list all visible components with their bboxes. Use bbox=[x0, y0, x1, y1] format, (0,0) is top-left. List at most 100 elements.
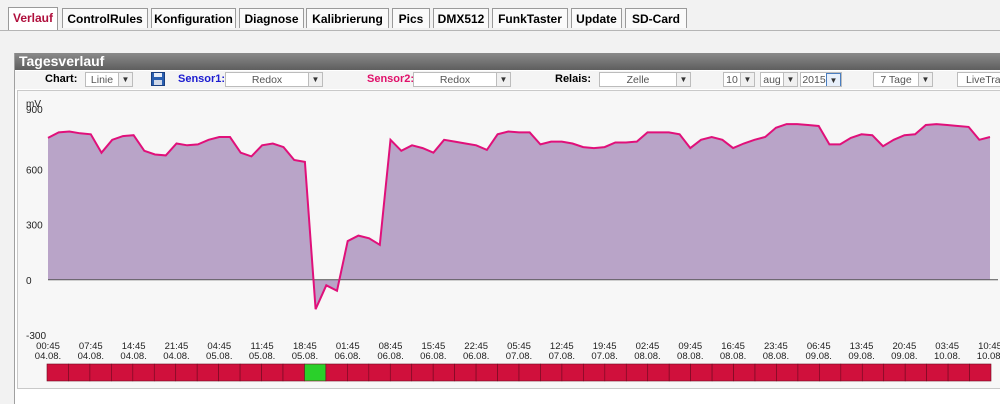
relay-segment bbox=[861, 363, 885, 382]
chevron-down-icon: ▼ bbox=[918, 73, 932, 86]
x-tick-date: 05.08. bbox=[249, 351, 275, 362]
save-icon[interactable] bbox=[151, 72, 165, 89]
relay-segment bbox=[325, 363, 348, 382]
relay-segment bbox=[497, 363, 520, 382]
sensor2-select[interactable]: Redox ▼ bbox=[413, 72, 511, 87]
relay-segment bbox=[411, 363, 434, 382]
tab-diagnose[interactable]: Diagnose bbox=[239, 8, 304, 28]
relay-segment bbox=[690, 363, 713, 382]
relay-segment bbox=[454, 363, 477, 382]
relay-segment bbox=[668, 363, 691, 382]
chevron-down-icon: ▼ bbox=[496, 73, 510, 86]
x-tick-date: 07.08. bbox=[506, 351, 532, 362]
day-select[interactable]: 10 ▼ bbox=[723, 72, 755, 87]
chart-area: mV 900 600 300 0 -300 00:45 04.08. 07:45 04.08. 14… bbox=[17, 90, 1000, 389]
month-select[interactable]: aug ▼ bbox=[760, 72, 798, 87]
relay-segment bbox=[153, 363, 177, 382]
chart-type-value: Linie bbox=[90, 74, 114, 86]
sensor1-value: Redox bbox=[251, 74, 283, 86]
x-tick-date: 04.08. bbox=[163, 351, 189, 362]
relay-segment bbox=[111, 363, 134, 382]
relay-segment bbox=[969, 363, 992, 382]
relay-segment bbox=[304, 363, 327, 382]
x-tick-date: 04.08. bbox=[120, 351, 146, 362]
relay-segment bbox=[475, 363, 498, 382]
tab-verlauf[interactable]: Verlauf bbox=[8, 7, 58, 30]
tab-dmx512[interactable]: DMX512 bbox=[433, 8, 489, 28]
live-trace-select[interactable]: LiveTra bbox=[957, 72, 1000, 87]
sensor1-select[interactable]: Redox ▼ bbox=[225, 72, 323, 87]
relay-segment bbox=[583, 363, 606, 382]
x-tick-date: 05.08. bbox=[206, 351, 232, 362]
tab-funktaster[interactable]: FunkTaster bbox=[492, 8, 568, 28]
relay-segment bbox=[282, 363, 305, 382]
chart-type-select[interactable]: Linie ▼ bbox=[85, 72, 133, 87]
range-value: 7 Tage bbox=[880, 74, 912, 86]
relay-segment bbox=[754, 363, 777, 382]
live-trace-value: LiveTra bbox=[966, 74, 1000, 86]
chevron-down-icon: ▼ bbox=[740, 73, 754, 86]
year-value: 2015 bbox=[802, 74, 826, 86]
chevron-down-icon: ▼ bbox=[826, 73, 841, 86]
chevron-down-icon: ▼ bbox=[676, 73, 690, 86]
chevron-down-icon: ▼ bbox=[118, 73, 132, 86]
x-tick-date: 08.08. bbox=[763, 351, 789, 362]
chart-type-label: Chart: bbox=[45, 73, 78, 85]
relais-label: Relais: bbox=[555, 73, 592, 85]
tab-update[interactable]: Update bbox=[571, 8, 622, 28]
y-tick-label: 600 bbox=[26, 165, 43, 176]
relay-segment bbox=[797, 363, 820, 382]
panel-title: Tagesverlauf bbox=[15, 53, 1000, 70]
range-select[interactable]: 7 Tage ▼ bbox=[873, 72, 933, 87]
x-tick-date: 04.08. bbox=[35, 351, 61, 362]
relay-segment bbox=[239, 363, 262, 382]
chart-toolbar: Chart: Linie ▼ Sensor1: Redox ▼ Sensor2: R… bbox=[15, 71, 1000, 89]
tab-controlrules[interactable]: ControlRules bbox=[62, 8, 148, 28]
x-tick-date: 06.08. bbox=[335, 351, 361, 362]
series-area bbox=[48, 124, 990, 310]
relay-segment bbox=[432, 363, 455, 382]
chevron-down-icon: ▼ bbox=[308, 73, 322, 86]
relay-segment bbox=[625, 363, 649, 382]
relay-segment bbox=[540, 363, 563, 382]
relay-segment bbox=[261, 363, 284, 382]
relay-segment bbox=[883, 363, 906, 382]
relay-segment bbox=[218, 363, 241, 382]
relay-segment bbox=[926, 363, 949, 382]
relay-segment bbox=[89, 363, 112, 382]
tab-konfiguration[interactable]: Konfiguration bbox=[151, 8, 236, 28]
relay-segment bbox=[175, 363, 198, 382]
relay-segment bbox=[368, 363, 391, 382]
relay-segment bbox=[947, 363, 970, 382]
relay-segment bbox=[733, 363, 756, 382]
x-tick-date: 06.08. bbox=[463, 351, 489, 362]
redox-chart: mV9006003000-30000:4504.08.07:4504.08.14… bbox=[26, 99, 1000, 382]
year-select[interactable]: 2015 ▼ bbox=[800, 72, 842, 87]
x-tick-date: 08.08. bbox=[720, 351, 746, 362]
relay-segment bbox=[840, 363, 863, 382]
relay-segment bbox=[518, 363, 541, 382]
x-tick-date: 09.08. bbox=[891, 351, 917, 362]
x-tick-date: 04.08. bbox=[78, 351, 104, 362]
x-tick-date: 09.08. bbox=[848, 351, 874, 362]
month-value: aug bbox=[763, 74, 781, 86]
tab-bar: Verlauf ControlRules Konfiguration Diagnose… bbox=[0, 0, 1000, 31]
tab-pics[interactable]: Pics bbox=[392, 8, 430, 28]
tab-sd-card[interactable]: SD-Card bbox=[625, 8, 687, 28]
sensor2-value: Redox bbox=[439, 74, 471, 86]
relay-segment bbox=[68, 363, 91, 382]
sensor1-label: Sensor1: bbox=[178, 73, 226, 85]
x-tick-date: 07.08. bbox=[591, 351, 617, 362]
relay-segment bbox=[604, 363, 627, 382]
relais-value: Zelle bbox=[626, 74, 650, 86]
x-tick-date: 09.08. bbox=[806, 351, 832, 362]
x-tick-date: 08.08. bbox=[634, 351, 660, 362]
relay-segment bbox=[561, 363, 584, 382]
tab-kalibrierung[interactable]: Kalibrierung bbox=[306, 8, 389, 28]
tagesverlauf-panel: Tagesverlauf Chart: Linie ▼ Sensor1: Redo… bbox=[14, 53, 1000, 404]
relay-segment bbox=[904, 363, 927, 382]
relais-select[interactable]: Zelle ▼ bbox=[599, 72, 691, 87]
x-tick-date: 10.08. bbox=[977, 351, 1000, 362]
relay-segment bbox=[776, 363, 799, 382]
y-tick-label: 900 bbox=[26, 105, 43, 116]
